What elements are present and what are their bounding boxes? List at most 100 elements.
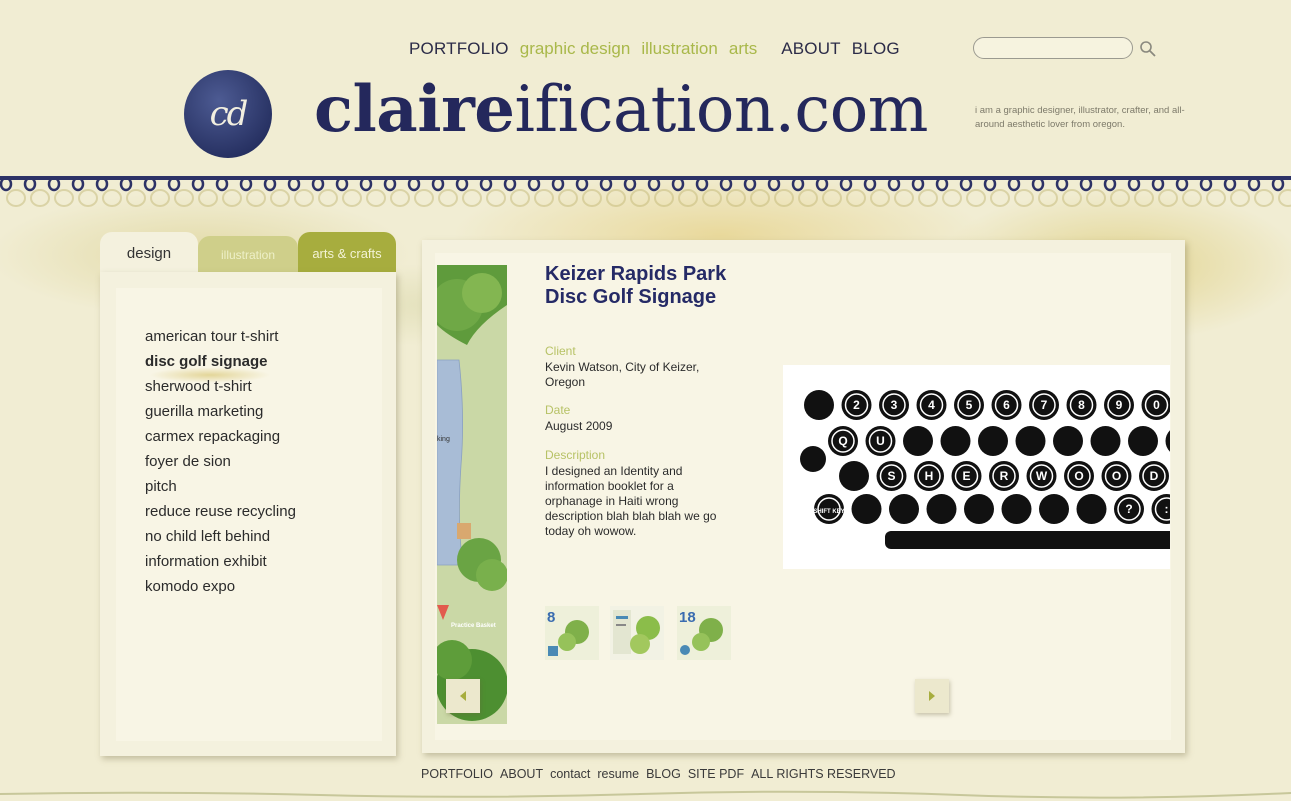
project-list-item[interactable]: information exhibit (145, 549, 296, 574)
svg-text:H: H (925, 469, 934, 483)
project-list: american tour t-shirt disc golf signage sh… (145, 324, 296, 599)
project-list-item[interactable]: american tour t-shirt (145, 324, 296, 349)
description-label: Description (545, 448, 606, 462)
top-nav: PORTFOLIO graphic design illustration ar… (409, 38, 911, 60)
vine-divider (0, 176, 1291, 207)
description-value: I designed an Identity and information b… (545, 464, 717, 538)
map-label: king (437, 436, 450, 443)
project-image-map: king Practice Basket (437, 265, 507, 724)
logo[interactable]: cd (184, 70, 272, 158)
svg-text:0: 0 (1153, 398, 1160, 412)
typewriter-key: ? (1114, 494, 1144, 524)
project-image-typewriter: 2 3 4 5 6 7 8 9 0 Q U S H E R W O O D SHIFT KEY?: (783, 365, 1170, 569)
thumbnail-1-number: 8 (547, 609, 555, 626)
nav-portfolio-link[interactable]: PORTFOLIO (409, 39, 509, 59)
footer-link[interactable]: ABOUT (500, 767, 543, 781)
site-title-bold: claire (314, 72, 515, 147)
typewriter-key: Q (828, 426, 858, 456)
nav-graphic-design-link[interactable]: graphic design (520, 39, 631, 59)
typewriter-key: S (876, 461, 907, 491)
typewriter-key (1039, 494, 1069, 524)
project-list-item[interactable]: no child left behind (145, 524, 296, 549)
project-title: Keizer Rapids Park Disc Golf Signage (545, 263, 727, 308)
svg-text:O: O (1074, 469, 1083, 483)
typewriter-key (964, 494, 994, 524)
typewriter-key (1128, 426, 1158, 456)
tab-arts-crafts[interactable]: arts & crafts (298, 232, 396, 274)
thumbnail-3[interactable]: 18 (677, 606, 731, 660)
typewriter-key: O (1101, 461, 1132, 491)
typewriter-key (1090, 426, 1121, 456)
typewriter-key: 6 (991, 390, 1022, 420)
project-list-item[interactable]: pitch (145, 474, 296, 499)
typewriter-key: W (1026, 461, 1057, 491)
svg-text:Q: Q (838, 434, 847, 448)
typewriter-key (1015, 426, 1046, 456)
date-label: Date (545, 403, 571, 417)
thumbnail-3-number: 18 (679, 609, 696, 626)
svg-text:7: 7 (1041, 398, 1048, 412)
project-list-item[interactable]: sherwood t-shirt (145, 374, 296, 399)
project-list-item[interactable]: komodo expo (145, 574, 296, 599)
tab-design[interactable]: design (100, 232, 198, 274)
footer-link[interactable]: ALL RIGHTS RESERVED (751, 767, 896, 781)
search-input[interactable] (973, 37, 1133, 59)
typewriter-key: : (1151, 494, 1170, 524)
project-list-item[interactable]: reduce reuse recycling (145, 499, 296, 524)
typewriter-key (851, 494, 882, 524)
prev-button[interactable] (446, 679, 480, 713)
typewriter-key (940, 426, 971, 456)
nav-illustration-link[interactable]: illustration (641, 39, 718, 59)
svg-text:U: U (876, 434, 885, 448)
client-value: Kevin Watson, City of Keizer, Oregon (545, 360, 700, 389)
thumbnail-2[interactable] (610, 606, 664, 660)
svg-text:O: O (1112, 469, 1121, 483)
typewriter-key: O (1064, 461, 1094, 491)
svg-text:2: 2 (853, 398, 860, 412)
footer-link[interactable]: contact (550, 767, 590, 781)
typewriter-key: 4 (916, 390, 947, 420)
typewriter-key (926, 494, 957, 524)
typewriter-key: E (951, 461, 982, 491)
svg-text:S: S (887, 469, 895, 483)
svg-text:8: 8 (1078, 398, 1085, 412)
typewriter-key: 8 (1066, 390, 1097, 420)
typewriter-key (804, 390, 834, 420)
svg-text:W: W (1036, 469, 1048, 483)
search-icon[interactable] (1137, 37, 1159, 59)
typewriter-key (1076, 494, 1107, 524)
typewriter-key: 0 (1141, 390, 1170, 420)
typewriter-key: 5 (954, 390, 984, 420)
typewriter-key: U (865, 426, 896, 456)
chevron-left-icon (460, 691, 466, 701)
tab-illustration[interactable]: illustration (198, 236, 298, 274)
nav-blog-link[interactable]: BLOG (852, 39, 900, 59)
nav-arts-link[interactable]: arts (729, 39, 757, 59)
tagline: i am a graphic designer, illustrator, cr… (975, 105, 1185, 130)
footer-link[interactable]: BLOG (646, 767, 681, 781)
nav-about-link[interactable]: ABOUT (781, 39, 841, 59)
date-value: August 2009 (545, 419, 613, 433)
site-title[interactable]: claireification.com (314, 72, 928, 162)
svg-text:R: R (1000, 469, 1009, 483)
thumbnail-1[interactable]: 8 (545, 606, 599, 660)
svg-text:?: ? (1125, 502, 1132, 516)
next-button[interactable] (915, 679, 949, 713)
project-list-item[interactable]: disc golf signage (145, 349, 296, 374)
svg-text:9: 9 (1116, 398, 1123, 412)
project-list-item[interactable]: carmex repackaging (145, 424, 296, 449)
typewriter-key (903, 426, 933, 456)
footer-link[interactable]: PORTFOLIO (421, 767, 493, 781)
typewriter-key: R (989, 461, 1019, 491)
typewriter-key: 3 (879, 390, 909, 420)
footer-link[interactable]: SITE PDF (688, 767, 744, 781)
typewriter-key (978, 426, 1008, 456)
map-basket-label: Practice Basket (451, 623, 496, 629)
typewriter-key: 2 (841, 390, 872, 420)
footer-link[interactable]: resume (597, 767, 639, 781)
typewriter-key (800, 446, 826, 472)
project-list-item[interactable]: guerilla marketing (145, 399, 296, 424)
svg-text:4: 4 (928, 398, 935, 412)
project-list-item[interactable]: foyer de sion (145, 449, 296, 474)
svg-text:SHIFT KEY: SHIFT KEY (813, 509, 844, 515)
